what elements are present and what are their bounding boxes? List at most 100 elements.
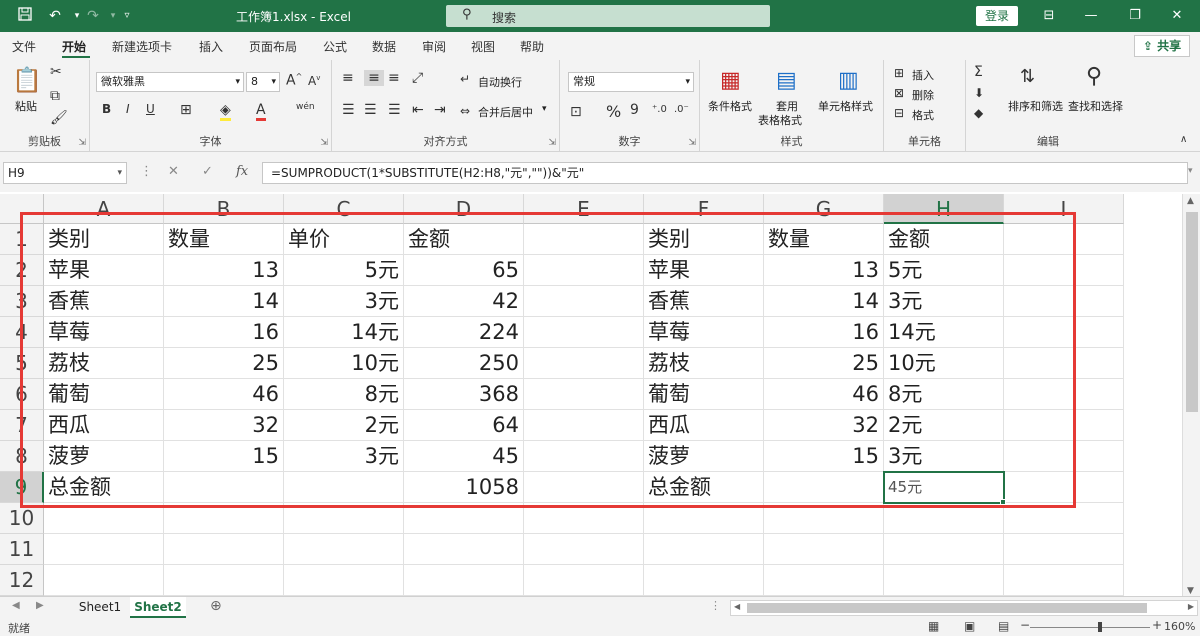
insert-cells-button[interactable]: 插入 xyxy=(912,67,934,83)
cell-g5[interactable]: 25 xyxy=(764,348,884,379)
cell-e10[interactable] xyxy=(524,503,644,534)
cell-b2[interactable]: 13 xyxy=(164,255,284,286)
cell-e4[interactable] xyxy=(524,317,644,348)
launcher-icon[interactable]: ⇲ xyxy=(78,138,86,148)
cancel-formula-icon[interactable]: ✕ xyxy=(168,164,179,179)
cell-b8[interactable]: 15 xyxy=(164,441,284,472)
cell-f1[interactable]: 类别 xyxy=(644,224,764,255)
orientation-icon[interactable]: ⤢ xyxy=(412,70,423,86)
font-size-select[interactable]: 8 ▾ xyxy=(246,72,280,92)
redo-icon[interactable]: ↷ xyxy=(82,6,104,26)
format-table-icon[interactable]: ▤ xyxy=(776,68,797,93)
cell-g7[interactable]: 32 xyxy=(764,410,884,441)
cell-c8[interactable]: 3元 xyxy=(284,441,404,472)
customize-icon[interactable]: ▿ xyxy=(116,6,138,26)
cell-g6[interactable]: 46 xyxy=(764,379,884,410)
page-break-view-icon[interactable]: ▤ xyxy=(998,619,1009,633)
cell-e8[interactable] xyxy=(524,441,644,472)
delete-cells-button[interactable]: 删除 xyxy=(912,87,934,103)
cell-a10[interactable] xyxy=(44,503,164,534)
column-header-a[interactable]: A xyxy=(44,194,164,224)
cell-d4[interactable]: 224 xyxy=(404,317,524,348)
cell-e11[interactable] xyxy=(524,534,644,565)
phonetic-icon[interactable]: wén xyxy=(296,102,315,112)
row-header-3[interactable]: 3 xyxy=(0,286,44,317)
cell-f10[interactable] xyxy=(644,503,764,534)
cut-icon[interactable]: ✂ xyxy=(50,64,62,80)
percent-button[interactable]: % xyxy=(606,102,621,121)
merge-icon[interactable]: ⇔ xyxy=(460,104,470,118)
column-header-b[interactable]: B xyxy=(164,194,284,224)
align-left-icon[interactable]: ☰ xyxy=(342,102,355,118)
conditional-format-icon[interactable]: ▦ xyxy=(720,68,741,93)
wrap-text-icon[interactable]: ↵ xyxy=(460,72,470,86)
menu-help[interactable]: 帮助 xyxy=(520,38,544,55)
format-painter-icon[interactable]: 🖌 xyxy=(50,110,68,126)
cell-h8[interactable]: 3元 xyxy=(884,441,1004,472)
cell-c12[interactable] xyxy=(284,565,404,596)
vertical-scroll-thumb[interactable] xyxy=(1186,212,1198,412)
scroll-right-icon[interactable]: ▶ xyxy=(1188,602,1194,611)
cell-h3[interactable]: 3元 xyxy=(884,286,1004,317)
cell-e3[interactable] xyxy=(524,286,644,317)
row-header-9[interactable]: 9 xyxy=(0,472,44,503)
sort-filter-icon[interactable]: ⇅ xyxy=(1020,66,1035,87)
cell-c11[interactable] xyxy=(284,534,404,565)
cell-d3[interactable]: 42 xyxy=(404,286,524,317)
italic-button[interactable]: I xyxy=(126,102,130,116)
cell-d7[interactable]: 64 xyxy=(404,410,524,441)
cell-d12[interactable] xyxy=(404,565,524,596)
cell-a3[interactable]: 香蕉 xyxy=(44,286,164,317)
column-header-i[interactable]: I xyxy=(1004,194,1124,224)
paste-icon[interactable]: 📋 xyxy=(12,66,42,94)
row-header-2[interactable]: 2 xyxy=(0,255,44,286)
menu-new-tab[interactable]: 新建选项卡 xyxy=(112,38,172,55)
align-right-icon[interactable]: ☰ xyxy=(388,102,401,118)
horizontal-scrollbar[interactable]: ◀ ▶ xyxy=(730,600,1198,616)
bold-button[interactable]: B xyxy=(102,102,111,116)
scroll-up-icon[interactable]: ▲ xyxy=(1187,196,1194,206)
chevron-down-icon[interactable]: ▾ xyxy=(542,104,547,114)
sort-filter-button[interactable]: 排序和筛选 xyxy=(1008,98,1063,114)
column-header-h[interactable]: H xyxy=(884,194,1004,224)
autosum-icon[interactable]: Σ xyxy=(974,64,983,80)
cell-c10[interactable] xyxy=(284,503,404,534)
cell-g12[interactable] xyxy=(764,565,884,596)
cell-g8[interactable]: 15 xyxy=(764,441,884,472)
cell-h10[interactable] xyxy=(884,503,1004,534)
select-all-corner[interactable] xyxy=(0,194,44,224)
cell-b5[interactable]: 25 xyxy=(164,348,284,379)
fill-handle[interactable] xyxy=(1000,499,1006,505)
cell-c9[interactable] xyxy=(284,472,404,503)
cell-a5[interactable]: 荔枝 xyxy=(44,348,164,379)
horizontal-scroll-thumb[interactable] xyxy=(747,603,1147,613)
format-cells-icon[interactable]: ⊟ xyxy=(894,106,904,120)
shrink-font-icon[interactable]: Av xyxy=(308,74,320,88)
cell-b7[interactable]: 32 xyxy=(164,410,284,441)
currency-icon[interactable]: ⊡ xyxy=(570,104,582,120)
cell-i2[interactable] xyxy=(1004,255,1124,286)
conditional-format-button[interactable]: 条件格式 xyxy=(708,98,752,114)
cell-d5[interactable]: 250 xyxy=(404,348,524,379)
row-header-6[interactable]: 6 xyxy=(0,379,44,410)
next-sheet-icon[interactable]: ▶ xyxy=(36,600,44,611)
find-select-button[interactable]: 查找和选择 xyxy=(1068,98,1123,114)
formula-input[interactable]: =SUMPRODUCT(1*SUBSTITUTE(H2:H8,"元",""))&… xyxy=(262,162,1188,184)
name-box[interactable]: H9 ▾ xyxy=(3,162,127,184)
cell-i8[interactable] xyxy=(1004,441,1124,472)
tab-split-handle[interactable]: ⋮ xyxy=(710,599,721,612)
cell-f4[interactable]: 草莓 xyxy=(644,317,764,348)
cell-f11[interactable] xyxy=(644,534,764,565)
cell-d1[interactable]: 金额 xyxy=(404,224,524,255)
cell-i10[interactable] xyxy=(1004,503,1124,534)
cell-d2[interactable]: 65 xyxy=(404,255,524,286)
cell-i9[interactable] xyxy=(1004,472,1124,503)
cell-i3[interactable] xyxy=(1004,286,1124,317)
cell-c4[interactable]: 14元 xyxy=(284,317,404,348)
cell-c1[interactable]: 单价 xyxy=(284,224,404,255)
comma-button[interactable]: 9 xyxy=(630,102,639,118)
row-header-11[interactable]: 11 xyxy=(0,534,44,565)
merge-center-button[interactable]: 合并后居中 xyxy=(478,104,533,120)
cell-c5[interactable]: 10元 xyxy=(284,348,404,379)
scroll-down-icon[interactable]: ▼ xyxy=(1187,586,1194,596)
